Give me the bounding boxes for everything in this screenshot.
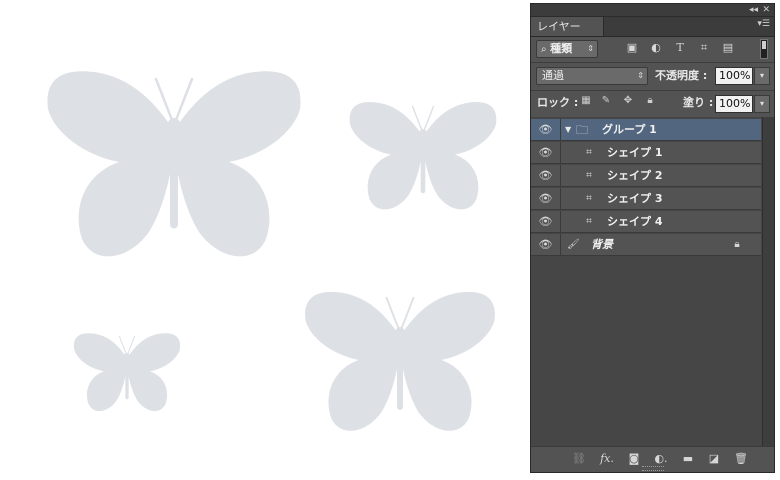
trash-icon[interactable]: 🗑︎	[733, 452, 749, 466]
layer-row-shape-3[interactable]: 👁︎ ⌗ シェイプ 3	[531, 188, 761, 210]
eye-icon[interactable]: 👁︎	[531, 119, 561, 141]
shape-layer-icon: ⌗	[586, 147, 592, 158]
opacity-label: 不透明度 :	[655, 69, 708, 82]
blend-mode-value: 通過	[542, 69, 564, 82]
layer-name: シェイプ 1	[607, 146, 663, 159]
layer-row-shape-2[interactable]: 👁︎ ⌗ シェイプ 2	[531, 165, 761, 187]
panel-footer: ⛓︎ fx. ◙ ◐. ▬ ◪ 🗑︎	[531, 446, 774, 472]
panel-menu-icon[interactable]: ▾☰	[757, 19, 770, 29]
brush-icon: 🖌︎	[567, 239, 580, 250]
chevron-updown-icon: ⇕	[637, 71, 644, 80]
mask-icon[interactable]: ◙	[626, 452, 642, 466]
filter-kind-select[interactable]: ⌕ 種類 ⇕	[536, 40, 598, 58]
eye-icon[interactable]: 👁︎	[531, 211, 561, 233]
folder-icon: 🗀︎	[576, 123, 589, 137]
search-icon: ⌕	[541, 44, 547, 55]
layers-scrollbar[interactable]	[762, 117, 774, 447]
lock-icon: 🔒︎	[734, 239, 740, 250]
opacity-input[interactable]: 100%	[715, 67, 753, 85]
fx-icon[interactable]: fx.	[599, 452, 615, 466]
link-icon[interactable]: ⛓︎	[571, 452, 587, 466]
layer-name: シェイプ 2	[607, 169, 663, 182]
shape-filter-icon[interactable]: ⌗	[697, 41, 711, 55]
disclosure-triangle-icon[interactable]: ▼	[565, 119, 571, 141]
layer-row-shape-1[interactable]: 👁︎ ⌗ シェイプ 1	[531, 142, 761, 164]
smart-object-filter-icon[interactable]: ▤	[721, 41, 735, 55]
blend-row: 通過 ⇕ 不透明度 : 100% ▾	[531, 63, 774, 90]
fill-input[interactable]: 100%	[715, 95, 753, 113]
eye-icon[interactable]: 👁︎	[531, 188, 561, 210]
lock-image-pixels-icon[interactable]: ✎	[600, 94, 612, 107]
shape-layer-icon: ⌗	[586, 170, 592, 181]
close-icon[interactable]: ✕	[762, 4, 770, 16]
lock-row: ロック : ▦ ✎ ✥ 🔒︎ 塗り : 100% ▾	[531, 91, 774, 116]
shape-layer-icon: ⌗	[586, 193, 592, 204]
lock-transparent-pixels-icon[interactable]: ▦	[580, 94, 592, 107]
new-layer-icon[interactable]: ◪	[706, 452, 722, 466]
layer-row-group-1[interactable]: 👁︎ ▼ 🗀︎ グループ 1	[531, 119, 761, 141]
adjustment-filter-icon[interactable]: ◐	[649, 41, 663, 55]
lock-position-icon[interactable]: ✥	[622, 94, 634, 107]
butterfly-shape-4	[304, 290, 496, 432]
opacity-dropdown-button[interactable]: ▾	[754, 67, 770, 85]
layer-row-background[interactable]: 👁︎ 🖌︎ 背景 🔒︎	[531, 234, 761, 256]
butterfly-shape-3	[73, 332, 181, 412]
layer-name: グループ 1	[602, 123, 657, 136]
lock-label: ロック :	[537, 96, 579, 109]
butterfly-shape-2	[348, 101, 498, 211]
layers-panel: ◂◂ ✕ レイヤー ▾☰ ⌕ 種類 ⇕ ▣ ◐ T ⌗ ▤ 通過 ⇕ 不透明度 …	[530, 3, 775, 473]
double-chevron-left-icon[interactable]: ◂◂	[749, 4, 758, 16]
fill-label: 塗り :	[683, 96, 714, 109]
adjustment-layer-icon[interactable]: ◐.	[653, 452, 669, 466]
image-filter-icon[interactable]: ▣	[625, 41, 639, 55]
chevron-updown-icon: ⇕	[587, 44, 594, 53]
filter-toggle[interactable]	[760, 39, 768, 59]
layer-name: 背景	[591, 238, 613, 251]
filter-row: ⌕ 種類 ⇕ ▣ ◐ T ⌗ ▤	[531, 37, 774, 62]
eye-icon[interactable]: 👁︎	[531, 234, 561, 256]
butterfly-shape-1	[46, 69, 302, 258]
panel-titlebar: ◂◂ ✕	[531, 4, 774, 17]
shape-layer-icon: ⌗	[586, 216, 592, 227]
tab-layers[interactable]: レイヤー	[531, 17, 604, 36]
lock-all-icon[interactable]: 🔒︎	[644, 94, 656, 107]
eye-icon[interactable]: 👁︎	[531, 142, 561, 164]
layer-row-shape-4[interactable]: 👁︎ ⌗ シェイプ 4	[531, 211, 761, 233]
layer-name: シェイプ 4	[607, 215, 663, 228]
filter-kind-label: 種類	[550, 42, 573, 55]
resize-grip[interactable]	[642, 466, 664, 471]
layers-list: 👁︎ ▼ 🗀︎ グループ 1 👁︎ ⌗ シェイプ 1 👁︎ ⌗ シェイプ 2 👁…	[531, 117, 774, 447]
document-canvas[interactable]	[0, 0, 528, 480]
panel-tab-row: レイヤー ▾☰	[531, 17, 774, 37]
layer-name: シェイプ 3	[607, 192, 663, 205]
blend-mode-select[interactable]: 通過 ⇕	[536, 67, 648, 85]
fill-dropdown-button[interactable]: ▾	[754, 95, 770, 113]
new-group-icon[interactable]: ▬	[680, 452, 696, 466]
type-filter-icon[interactable]: T	[673, 41, 687, 55]
eye-icon[interactable]: 👁︎	[531, 165, 561, 187]
